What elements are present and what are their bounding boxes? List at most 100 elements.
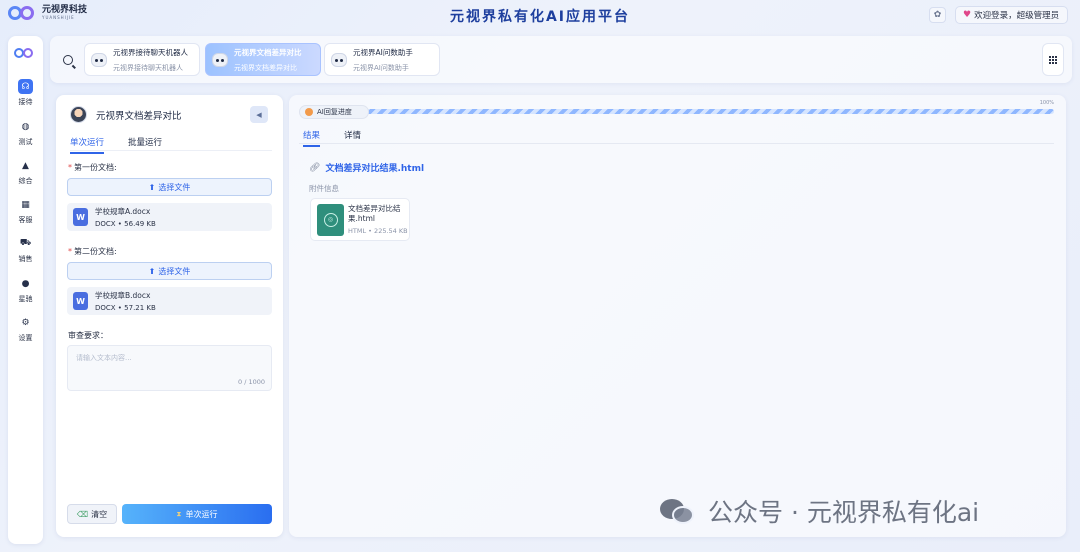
char-counter: 0 / 1000 xyxy=(238,378,265,386)
tab-subtitle: 元视界AI问数助手 xyxy=(353,63,409,72)
ai-progress-bar: AI回复进度 100% xyxy=(299,100,1054,119)
progress-track xyxy=(359,109,1054,114)
nav-label: 接待 xyxy=(18,98,33,106)
file-meta: DOCX • 57.21 KB xyxy=(95,304,156,312)
divider xyxy=(70,150,272,151)
divider xyxy=(299,143,1054,144)
upload-icon: ⬆ xyxy=(148,182,156,192)
link-icon: 🔗︎ xyxy=(309,162,321,173)
watermark-text: 公众号 · 元视界私有化ai xyxy=(708,498,980,527)
word-doc-icon: W xyxy=(73,208,88,226)
side-nav: ☊ 接待 ◍ 测试 ▲ 综合 ▦ 客服 ⛟ 销售 ● 星驰 ⚙ 设置 xyxy=(8,36,43,544)
tab-details[interactable]: 详情 xyxy=(344,129,361,147)
nav-label: 销售 xyxy=(18,255,33,263)
doc1-upload-button[interactable]: ⬆ 选择文件 xyxy=(67,178,272,196)
doc1-file-card[interactable]: W 学校规章A.docx DOCX • 56.49 KB xyxy=(67,203,272,231)
page-title: 元视界私有化AI应用平台 xyxy=(449,9,631,25)
headset-icon: ☊ xyxy=(18,79,33,94)
attachment-label: 附件信息 xyxy=(309,184,339,193)
result-file-link[interactable]: 🔗︎ 文档差异对比结果.html xyxy=(309,161,425,175)
result-link-text: 文档差异对比结果.html xyxy=(325,164,425,174)
nav-item-test[interactable]: ◍ 测试 xyxy=(8,119,43,155)
tab-title: 元视界AI问数助手 xyxy=(353,47,413,57)
user-menu[interactable]: ♥ 欢迎登录，超级管理员 xyxy=(955,6,1068,24)
doc2-upload-button[interactable]: ⬆ 选择文件 xyxy=(67,262,272,280)
planet-icon: ● xyxy=(21,278,30,289)
upload-label: 选择文件 xyxy=(158,266,191,276)
tab-subtitle: 元视界接待聊天机器人 xyxy=(113,63,183,72)
word-doc-icon: W xyxy=(73,292,88,310)
hourglass-icon: ⧗ xyxy=(176,509,182,518)
watermark: 公众号 · 元视界私有化ai xyxy=(658,493,979,529)
cart-icon: ⛟ xyxy=(19,238,32,248)
attachment-name: 文档差异对比结果.html xyxy=(348,204,401,223)
clear-icon: ⌫ xyxy=(76,509,89,519)
robot-icon xyxy=(91,52,107,67)
tab-ai-data-assistant[interactable]: 元视界AI问数助手 元视界AI问数助手 xyxy=(324,43,440,76)
review-requirements-input[interactable]: 请输入文本内容... 0 / 1000 xyxy=(67,345,272,391)
tab-result[interactable]: 结果 xyxy=(303,129,321,147)
single-run-button[interactable]: ⧗ 单次运行 xyxy=(122,504,272,524)
html-file-icon: ◎ xyxy=(317,203,344,236)
clear-button[interactable]: ⌫ 清空 xyxy=(67,504,117,524)
grid-icon xyxy=(1049,55,1057,64)
search-button[interactable] xyxy=(58,46,78,74)
nav-item-reception[interactable]: ☊ 接待 xyxy=(8,79,43,115)
review-placeholder: 请输入文本内容... xyxy=(76,354,132,362)
progress-label: AI回复进度 xyxy=(317,108,352,116)
nav-label: 设置 xyxy=(18,334,33,342)
nav-label: 测试 xyxy=(18,138,33,146)
collapse-panel-button[interactable]: ◀ xyxy=(250,106,268,123)
heart-icon: ♥ xyxy=(963,10,972,20)
apps-grid-button[interactable] xyxy=(1042,43,1064,76)
run-config-panel: 元视界文档差异对比 ◀ 单次运行 批量运行 * 第一份文档: ⬆ 选择文件 W 学… xyxy=(56,95,283,537)
app-tab-strip: 元视界接待聊天机器人 元视界接待聊天机器人 元视界文档差异对比 元视界文档差异对… xyxy=(50,36,1072,83)
upload-label: 选择文件 xyxy=(158,182,191,192)
file-name: 学校规章A.docx xyxy=(95,207,151,216)
globe-icon: ◍ xyxy=(21,121,30,132)
progress-status-icon xyxy=(305,108,313,116)
nav-item-settings[interactable]: ⚙ 设置 xyxy=(8,315,43,351)
nav-item-sales[interactable]: ⛟ 销售 xyxy=(8,236,43,272)
gear-icon: ⚙ xyxy=(21,317,30,328)
nav-label: 综合 xyxy=(18,177,33,185)
file-meta: DOCX • 56.49 KB xyxy=(95,220,156,228)
run-label: 单次运行 xyxy=(185,509,218,519)
attachment-card[interactable]: ◎ 文档差异对比结果.html HTML • 225.54 KB xyxy=(310,198,410,241)
progress-chip: AI回复进度 xyxy=(299,105,369,119)
tab-single-run[interactable]: 单次运行 xyxy=(70,136,105,154)
nav-item-star[interactable]: ● 星驰 xyxy=(8,276,43,312)
bell-icon: ▲ xyxy=(22,160,29,171)
settings-gear-icon[interactable]: ✿ xyxy=(929,7,946,23)
file-name: 学校规章B.docx xyxy=(95,291,151,300)
tab-title: 元视界接待聊天机器人 xyxy=(113,47,188,57)
review-label: 审查要求： xyxy=(68,331,108,340)
doc1-label: * 第一份文档: xyxy=(68,163,117,172)
robot-icon xyxy=(212,52,228,67)
collapse-icon: ◀ xyxy=(256,110,262,119)
nav-logo-icon xyxy=(14,47,38,59)
top-header: 元视界科技 YUANSHIJIE 元视界私有化AI应用平台 ✿ ♥ 欢迎登录，超… xyxy=(0,0,1080,32)
tab-batch-run[interactable]: 批量运行 xyxy=(128,136,162,154)
clear-label: 清空 xyxy=(91,509,108,519)
nav-item-service[interactable]: ▦ 客服 xyxy=(8,197,43,233)
nav-label: 星驰 xyxy=(18,295,33,303)
nav-item-general[interactable]: ▲ 综合 xyxy=(8,158,43,194)
search-icon xyxy=(63,55,73,65)
result-panel: AI回复进度 100% 结果 详情 🔗︎ 文档差异对比结果.html 附件信息 … xyxy=(289,95,1066,537)
upload-icon: ⬆ xyxy=(148,266,156,276)
nav-label: 客服 xyxy=(18,216,33,224)
tab-reception-bot[interactable]: 元视界接待聊天机器人 元视界接待聊天机器人 xyxy=(84,43,200,76)
tab-doc-compare[interactable]: 元视界文档差异对比 元视界文档差异对比 xyxy=(205,43,321,76)
robot-icon xyxy=(331,52,347,67)
avatar xyxy=(70,106,87,123)
panel-title: 元视界文档差异对比 xyxy=(96,110,182,122)
doc2-label: * 第二份文档: xyxy=(68,247,117,256)
welcome-text: 欢迎登录，超级管理员 xyxy=(974,11,1060,21)
grid-icon: ▦ xyxy=(21,199,30,210)
tab-title: 元视界文档差异对比 xyxy=(234,47,302,57)
doc2-file-card[interactable]: W 学校规章B.docx DOCX • 57.21 KB xyxy=(67,287,272,315)
progress-percent: 100% xyxy=(1039,100,1054,106)
wechat-icon xyxy=(658,496,700,526)
attachment-meta: HTML • 225.54 KB xyxy=(348,226,408,235)
